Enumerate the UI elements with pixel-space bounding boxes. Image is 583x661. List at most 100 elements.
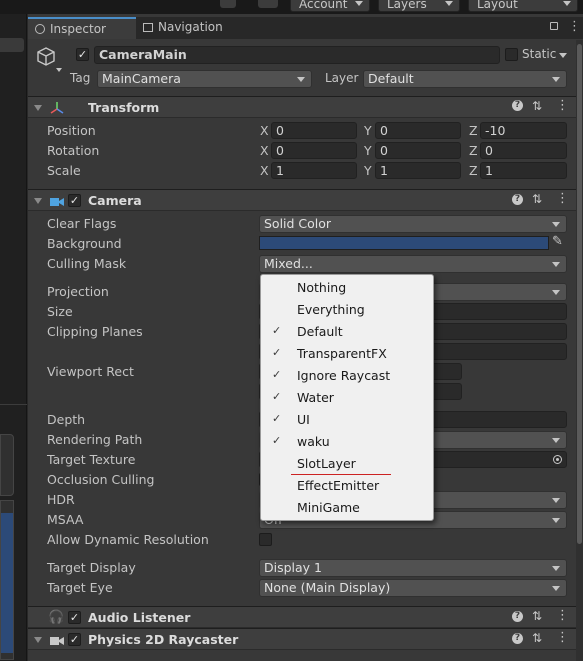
layers-dropdown[interactable]: Layers: [378, 0, 460, 12]
lock-icon[interactable]: [550, 22, 558, 30]
menu-item-slotlayer[interactable]: SlotLayer: [261, 453, 433, 475]
menu-item-nothing[interactable]: Nothing: [261, 277, 433, 299]
menu-item-water[interactable]: ✓ Water: [261, 387, 433, 409]
active-checkbox[interactable]: ✓: [76, 48, 89, 61]
account-dropdown[interactable]: Account: [290, 0, 370, 12]
physics-2d-raycaster-header[interactable]: ✓ Physics 2D Raycaster ? ⇅ ⋮: [28, 628, 576, 650]
static-label[interactable]: Static: [522, 47, 556, 61]
check-icon: ✓: [272, 390, 282, 403]
audio-listener-title: Audio Listener: [88, 610, 191, 625]
axis-y-label[interactable]: Y: [364, 143, 372, 158]
layer-dropdown[interactable]: Default: [363, 70, 567, 88]
menu-item-waku[interactable]: ✓ waku: [261, 431, 433, 453]
scene-tool-button[interactable]: [0, 38, 24, 52]
axis-z-label[interactable]: Z: [469, 143, 478, 158]
rotation-x-field[interactable]: 0: [271, 142, 357, 159]
audio-listener-enabled-checkbox[interactable]: ✓: [68, 611, 81, 624]
allow-dynamic-resolution-checkbox[interactable]: [259, 533, 272, 546]
rotation-y-field[interactable]: 0: [375, 142, 461, 159]
position-x-field[interactable]: 0: [271, 122, 357, 139]
headphones-icon: 🎧: [48, 610, 65, 625]
axis-x-label[interactable]: X: [260, 123, 269, 138]
foldout-arrow-icon[interactable]: [34, 637, 42, 643]
background-label: Background: [47, 236, 122, 251]
help-icon[interactable]: ?: [512, 194, 523, 205]
axis-z-label[interactable]: Z: [469, 123, 478, 138]
occlusion-culling-label: Occlusion Culling: [47, 472, 155, 487]
camera-enabled-checkbox[interactable]: ✓: [68, 194, 81, 207]
tag-label: Tag: [70, 71, 91, 85]
cloud-icon[interactable]: [258, 0, 278, 8]
gameobject-name-field[interactable]: CameraMain: [94, 46, 500, 64]
menu-item-transparentfx[interactable]: ✓ TransparentFX: [261, 343, 433, 365]
eyedropper-icon[interactable]: ✎: [552, 234, 563, 249]
more-options-icon[interactable]: ⋮: [556, 191, 569, 206]
tag-dropdown[interactable]: MainCamera: [97, 70, 312, 88]
axis-x-label[interactable]: X: [260, 163, 269, 178]
layout-dropdown[interactable]: Layout: [468, 0, 578, 12]
layout-label: Layout: [477, 0, 518, 11]
check-icon: ✓: [272, 368, 282, 381]
static-checkbox[interactable]: [505, 48, 518, 61]
help-icon[interactable]: ?: [512, 633, 523, 644]
target-display-dropdown[interactable]: Display 1: [259, 559, 567, 577]
gameobject-icon[interactable]: [35, 46, 57, 68]
menu-item-minigame[interactable]: MiniGame: [261, 497, 433, 519]
tab-navigation[interactable]: Navigation: [136, 17, 246, 39]
menu-item-ignore-raycast[interactable]: ✓ Ignore Raycast: [261, 365, 433, 387]
tab-navigation-label: Navigation: [158, 20, 223, 34]
rotation-label: Rotation: [47, 143, 100, 158]
target-eye-dropdown[interactable]: None (Main Display): [259, 579, 567, 597]
info-icon: [35, 24, 45, 34]
clear-flags-label: Clear Flags: [47, 216, 117, 231]
top-toolbar: Account Layers Layout: [0, 0, 583, 14]
presets-icon[interactable]: ⇅: [532, 631, 542, 645]
scrollbar-thumb[interactable]: [577, 44, 582, 544]
transform-header[interactable]: Transform ? ⇅ ⋮: [28, 96, 576, 118]
more-options-icon[interactable]: ⋮: [556, 608, 569, 623]
navigation-icon: [143, 23, 153, 32]
help-icon[interactable]: ?: [512, 611, 523, 622]
chevron-down-icon: [552, 566, 560, 571]
presets-icon[interactable]: ⇅: [532, 192, 542, 206]
scale-z-field[interactable]: 1: [480, 162, 567, 179]
target-display-value: Display 1: [264, 560, 323, 575]
projection-label: Projection: [47, 284, 109, 299]
axis-y-label[interactable]: Y: [364, 123, 372, 138]
layers-label: Layers: [387, 0, 427, 11]
chevron-down-icon: [552, 290, 560, 295]
collab-icon[interactable]: [220, 0, 236, 8]
size-label: Size: [47, 304, 73, 319]
axis-y-label[interactable]: Y: [364, 163, 372, 178]
scale-x-field[interactable]: 1: [271, 162, 357, 179]
chevron-down-icon[interactable]: [559, 53, 567, 58]
audio-listener-header[interactable]: 🎧 ✓ Audio Listener ? ⇅ ⋮: [28, 606, 576, 628]
presets-icon[interactable]: ⇅: [532, 609, 542, 623]
raycaster-enabled-checkbox[interactable]: ✓: [68, 633, 81, 646]
more-options-icon[interactable]: ⋮: [556, 98, 569, 113]
presets-icon[interactable]: ⇅: [532, 99, 542, 113]
rotation-z-field[interactable]: 0: [480, 142, 567, 159]
axis-z-label[interactable]: Z: [469, 163, 478, 178]
camera-header[interactable]: ✓ Camera ? ⇅ ⋮: [28, 189, 576, 211]
menu-item-default[interactable]: ✓ Default: [261, 321, 433, 343]
culling-mask-label: Culling Mask: [47, 256, 127, 271]
position-y-field[interactable]: 0: [375, 122, 461, 139]
culling-mask-dropdown[interactable]: Mixed...: [259, 255, 567, 273]
scale-y-field[interactable]: 1: [375, 162, 461, 179]
foldout-arrow-icon[interactable]: [34, 198, 42, 204]
position-z-field[interactable]: -10: [480, 122, 567, 139]
clear-flags-dropdown[interactable]: Solid Color: [259, 215, 567, 233]
more-options-icon[interactable]: ⋮: [556, 630, 569, 645]
menu-item-effectemitter[interactable]: EffectEmitter: [261, 475, 433, 497]
menu-item-everything[interactable]: Everything: [261, 299, 433, 321]
menu-item-ui[interactable]: ✓ UI: [261, 409, 433, 431]
foldout-arrow-icon[interactable]: [34, 105, 42, 111]
object-picker-icon[interactable]: [553, 455, 562, 464]
background-color-swatch[interactable]: [259, 236, 549, 250]
tab-inspector[interactable]: Inspector: [28, 17, 136, 39]
help-icon[interactable]: ?: [512, 100, 523, 111]
axis-x-label[interactable]: X: [260, 143, 269, 158]
chevron-down-icon: [552, 518, 560, 523]
more-options-icon[interactable]: ⋮: [568, 19, 581, 34]
